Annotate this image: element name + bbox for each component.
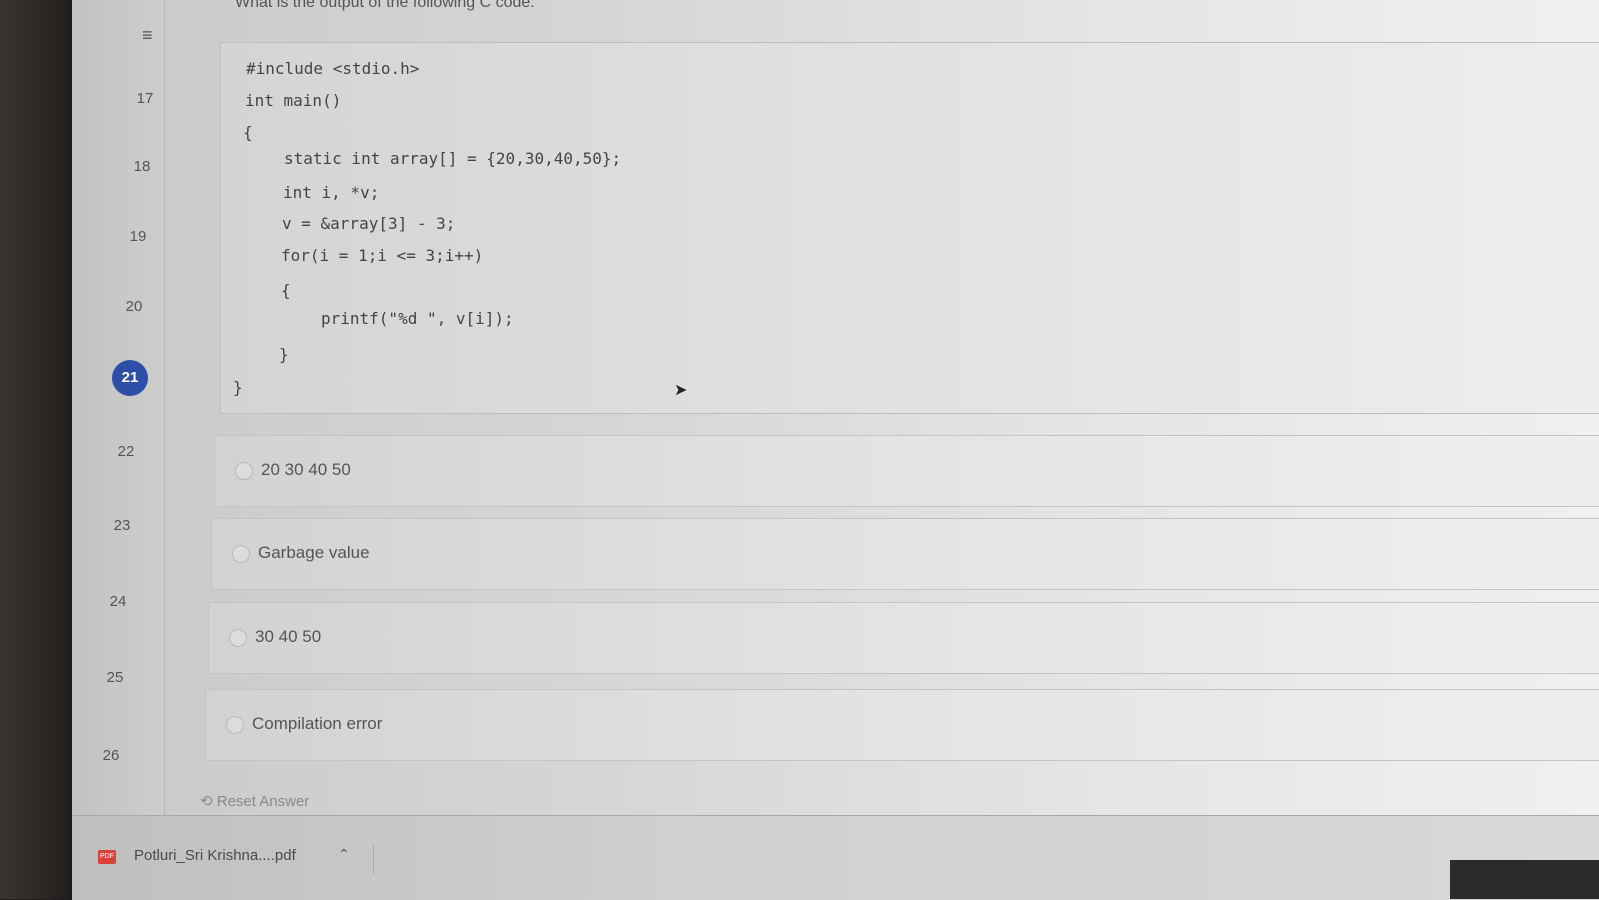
radio-button[interactable] bbox=[229, 629, 247, 647]
question-nav-item[interactable]: 23 bbox=[102, 517, 142, 534]
radio-button[interactable] bbox=[226, 716, 244, 734]
option-label: 30 40 50 bbox=[255, 627, 322, 646]
question-nav-item[interactable]: 25 bbox=[95, 669, 135, 686]
code-block: #include <stdio.h> int main() { static i… bbox=[220, 42, 1599, 414]
question-prompt: What is the output of the following C co… bbox=[235, 0, 535, 11]
download-item[interactable]: PDF Potluri_Sri Krishna....pdf ⌃ bbox=[98, 844, 374, 874]
code-line: static int array[] = {20,30,40,50}; bbox=[284, 149, 622, 168]
question-nav-item[interactable]: 22 bbox=[106, 443, 146, 460]
question-nav-panel: ≡ 17 18 19 20 21 22 23 24 25 26 bbox=[72, 0, 165, 820]
download-file-name: Potluri_Sri Krishna....pdf bbox=[134, 847, 296, 864]
code-line: } bbox=[233, 378, 243, 397]
code-line: for(i = 1;i <= 3;i++) bbox=[281, 246, 484, 265]
screen-bezel bbox=[0, 0, 80, 899]
code-line: int i, *v; bbox=[283, 183, 380, 202]
undo-icon: ⟲ bbox=[200, 793, 213, 810]
answer-option[interactable]: 30 40 50 bbox=[208, 602, 1599, 674]
option-label: 20 30 40 50 bbox=[261, 460, 351, 479]
code-line: } bbox=[279, 345, 289, 364]
answer-option[interactable]: Garbage value bbox=[211, 518, 1599, 590]
question-nav-item[interactable]: 18 bbox=[122, 158, 162, 175]
option-label: Compilation error bbox=[252, 714, 383, 733]
screen-bezel-bottom bbox=[1450, 860, 1599, 899]
code-line: v = &array[3] - 3; bbox=[282, 214, 456, 233]
question-nav-item[interactable]: 24 bbox=[98, 593, 138, 610]
question-nav-item[interactable]: 17 bbox=[125, 90, 165, 107]
code-line: { bbox=[243, 123, 253, 142]
download-shelf: PDF Potluri_Sri Krishna....pdf ⌃ bbox=[72, 815, 1599, 900]
code-line: printf("%d ", v[i]); bbox=[321, 309, 514, 328]
answer-option[interactable]: Compilation error bbox=[205, 689, 1599, 761]
code-line: int main() bbox=[245, 91, 342, 110]
menu-icon[interactable]: ≡ bbox=[142, 26, 162, 44]
question-nav-item[interactable]: 20 bbox=[114, 298, 154, 315]
code-line: { bbox=[281, 281, 291, 300]
chevron-up-icon[interactable]: ⌃ bbox=[338, 846, 350, 863]
option-label: Garbage value bbox=[258, 543, 370, 562]
answer-option[interactable]: 20 30 40 50 bbox=[214, 435, 1599, 507]
code-line: #include <stdio.h> bbox=[246, 59, 420, 78]
mouse-cursor-icon: ➤ bbox=[674, 382, 688, 399]
question-nav-item[interactable]: 26 bbox=[91, 747, 131, 764]
pdf-file-icon: PDF bbox=[98, 850, 116, 864]
question-nav-item-active[interactable]: 21 bbox=[112, 360, 148, 396]
question-nav-item[interactable]: 19 bbox=[118, 228, 158, 245]
radio-button[interactable] bbox=[235, 462, 253, 480]
radio-button[interactable] bbox=[232, 545, 250, 563]
reset-answer-button[interactable]: ⟲ Reset Answer bbox=[200, 792, 309, 810]
reset-answer-label: Reset Answer bbox=[216, 793, 310, 810]
